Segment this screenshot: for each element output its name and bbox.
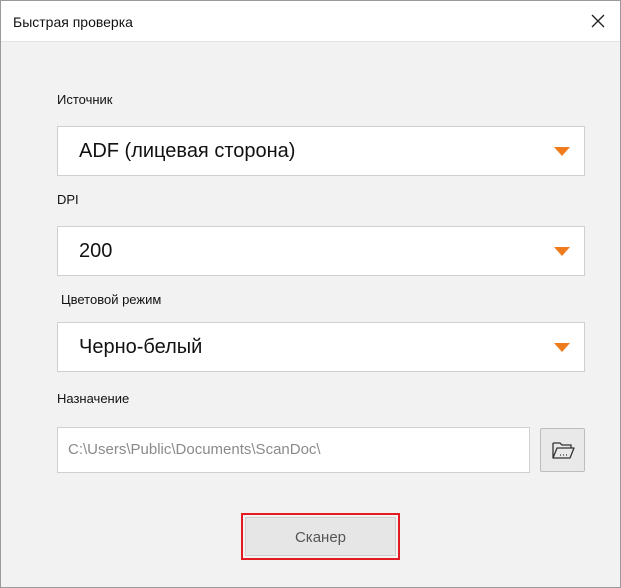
color-mode-label: Цветовой режим	[61, 292, 162, 307]
caret-down-icon	[554, 343, 570, 352]
dpi-value: 200	[79, 240, 113, 262]
destination-path-text: C:\Users\Public\Documents\ScanDoc\	[68, 441, 321, 458]
folder-open-icon	[552, 442, 575, 459]
source-value: ADF (лицевая сторона)	[79, 140, 296, 162]
source-label: Источник	[57, 92, 113, 107]
quick-scan-dialog: Быстрая проверка Источник ADF (лицевая с…	[0, 0, 621, 588]
scan-button-label: Сканер	[294, 529, 347, 546]
caret-down-icon	[554, 147, 570, 156]
destination-label: Назначение	[57, 391, 130, 406]
color-mode-value: Черно-белый	[79, 336, 203, 358]
scan-button-face: Сканер	[245, 517, 396, 556]
window-title: Быстрая проверка	[13, 14, 133, 30]
dpi-select[interactable]: 200	[57, 226, 585, 276]
caret-down-icon	[554, 247, 570, 256]
dialog-body: Источник ADF (лицевая сторона) DPI 200 Ц…	[1, 42, 620, 587]
close-button[interactable]	[576, 1, 620, 41]
dpi-label: DPI	[57, 192, 79, 207]
color-mode-select[interactable]: Черно-белый	[57, 322, 585, 372]
title-bar: Быстрая проверка	[1, 1, 620, 42]
close-icon	[591, 14, 605, 28]
scan-button[interactable]: Сканер	[241, 513, 400, 560]
source-select[interactable]: ADF (лицевая сторона)	[57, 126, 585, 176]
browse-folder-button[interactable]	[540, 428, 585, 472]
destination-path-field[interactable]: C:\Users\Public\Documents\ScanDoc\	[57, 427, 530, 473]
